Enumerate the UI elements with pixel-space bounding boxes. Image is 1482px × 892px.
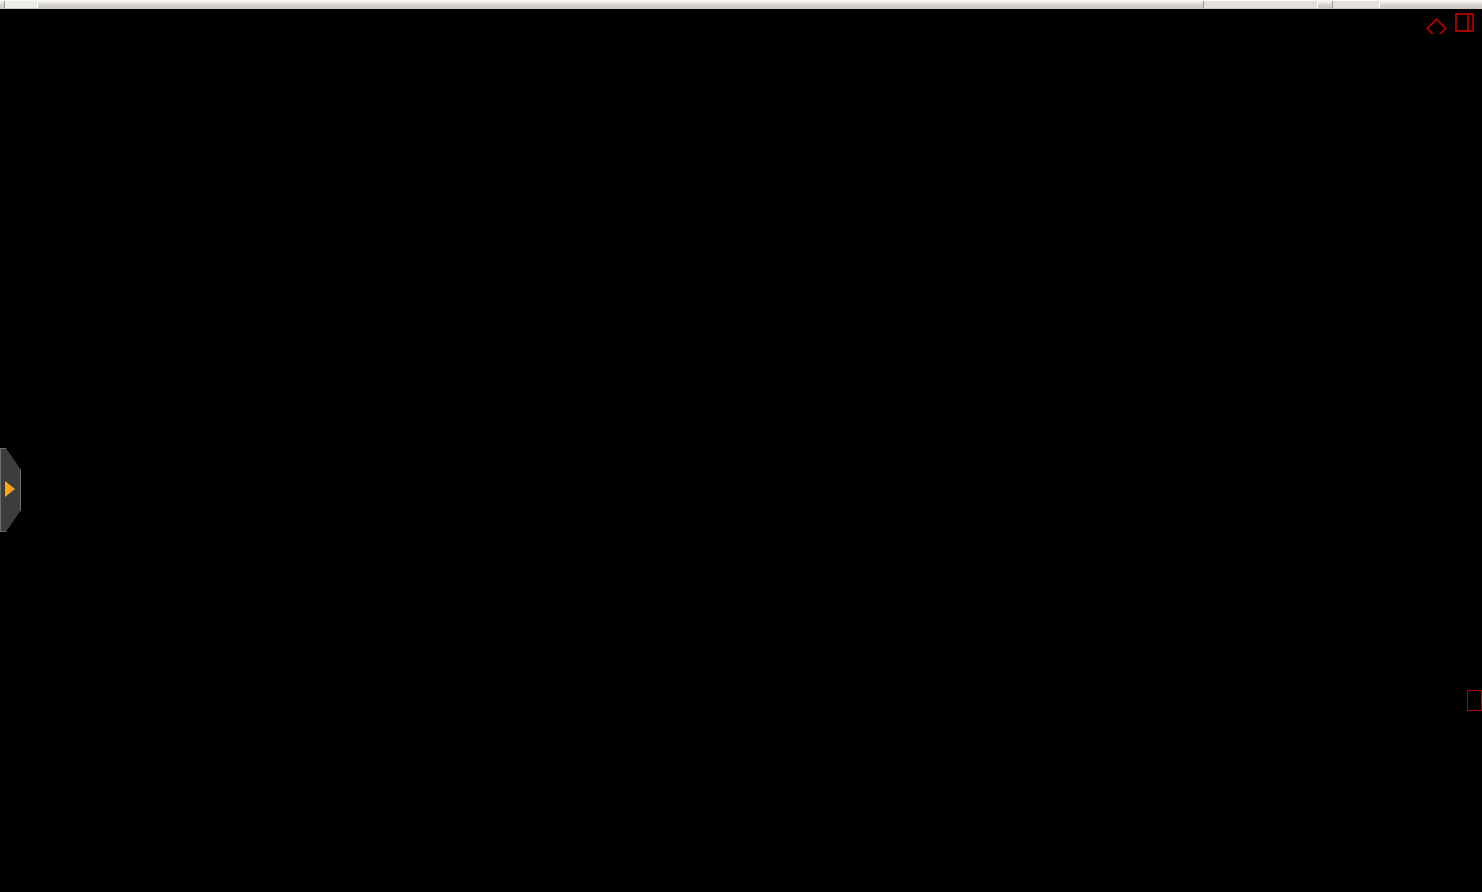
kdj-pane-header — [2, 718, 50, 736]
close-pane-button[interactable] — [1467, 690, 1482, 711]
expand-right-icon — [5, 481, 15, 497]
chart-header — [2, 11, 56, 31]
window-split-icon[interactable] — [1456, 14, 1473, 31]
trading-app-window — [0, 0, 1482, 892]
volume-pane-header — [2, 542, 40, 560]
top-window-strip — [0, 0, 1482, 10]
topbar-segment — [4, 1, 38, 8]
chart-canvas[interactable] — [0, 0, 1482, 892]
topbar-segment — [1203, 1, 1318, 8]
diamond-icon[interactable] — [1427, 19, 1445, 34]
sidebar-slide-tab[interactable] — [0, 448, 21, 532]
corner-icons — [1420, 12, 1482, 38]
topbar-segment — [1332, 1, 1380, 8]
